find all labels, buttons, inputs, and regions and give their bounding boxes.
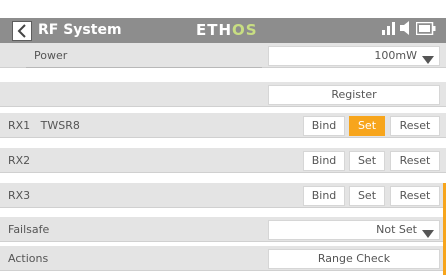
failsafe-row: Failsafe Not Set [0, 217, 446, 242]
rx3-row: RX3 Bind Set Reset [0, 183, 446, 208]
rx2-row: RX2 Bind Set Reset [0, 148, 446, 173]
page-title: RF System [38, 22, 122, 38]
rx2-reset-button[interactable]: Reset [390, 151, 440, 171]
back-icon [17, 24, 27, 38]
power-row: Power 100mW [0, 43, 446, 68]
rx2-label: RX2 [8, 154, 31, 167]
speaker-icon [400, 20, 412, 39]
battery-icon [415, 20, 436, 39]
chevron-down-icon [422, 52, 434, 70]
register-row: Register [0, 82, 446, 107]
header-bar: RF System ETHOS [0, 18, 446, 43]
range-check-button[interactable]: Range Check [268, 249, 440, 269]
failsafe-dropdown[interactable]: Not Set [268, 220, 440, 240]
ethos-logo: ETHOS [196, 21, 258, 39]
rx1-label: RX1 TWSR8 [8, 119, 80, 132]
register-button[interactable]: Register [268, 85, 440, 105]
actions-row: Actions Range Check [0, 246, 446, 271]
rx1-set-button[interactable]: Set [349, 116, 385, 136]
power-label: Power [34, 49, 68, 62]
rf-system-screen: RF System ETHOS Power 100mW Register RX1… [0, 0, 446, 275]
rx1-reset-button[interactable]: Reset [390, 116, 440, 136]
chevron-down-icon [422, 226, 434, 244]
actions-label: Actions [8, 252, 49, 265]
status-icons [382, 20, 436, 39]
power-value: 100mW [374, 49, 417, 62]
rx3-label: RX3 [8, 189, 31, 202]
rx3-bind-button[interactable]: Bind [303, 186, 345, 206]
divider [26, 67, 262, 68]
failsafe-value: Not Set [376, 223, 417, 236]
signal-icon [382, 20, 396, 39]
back-button[interactable] [12, 21, 32, 41]
rx3-set-button[interactable]: Set [349, 186, 385, 206]
rx2-bind-button[interactable]: Bind [303, 151, 345, 171]
rx2-set-button[interactable]: Set [349, 151, 385, 171]
rx3-reset-button[interactable]: Reset [390, 186, 440, 206]
failsafe-label: Failsafe [8, 223, 50, 236]
rx1-row: RX1 TWSR8 Bind Set Reset [0, 113, 446, 138]
power-dropdown[interactable]: 100mW [268, 46, 440, 66]
rx1-bind-button[interactable]: Bind [303, 116, 345, 136]
